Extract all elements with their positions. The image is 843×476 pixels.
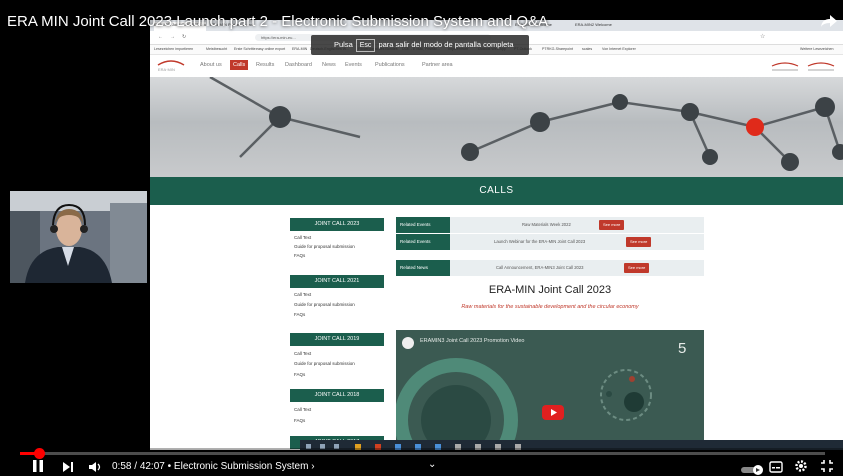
gear-icon[interactable]	[794, 459, 808, 476]
star-icon[interactable]: ☆	[760, 33, 765, 40]
subtitles-icon[interactable]	[769, 460, 783, 476]
time-display: 0:58 / 42:07 • Electronic Submission Sys…	[112, 461, 315, 472]
related-row: Related Events Raw Materials Week 2022 S…	[396, 217, 704, 233]
share-icon[interactable]	[820, 14, 838, 33]
nav-dashboard[interactable]: Dashboard	[285, 62, 312, 68]
sidebar-heading-2018[interactable]: JOINT CALL 2018	[290, 389, 384, 402]
esc-key-label: Esc	[355, 39, 376, 52]
forward-icon[interactable]: →	[170, 34, 175, 40]
sidebar-link[interactable]: FAQs	[294, 418, 305, 423]
time-separator: /	[134, 461, 138, 472]
notice-text-before: Pulsa	[334, 40, 353, 49]
sidebar-link[interactable]: FAQs	[294, 253, 305, 258]
nav-publications[interactable]: Publications	[375, 62, 405, 68]
browser-tab[interactable]: ERA-MIN2 Welcome	[575, 22, 627, 31]
notice-text-after: para salir del modo de pantalla completa	[378, 40, 514, 49]
see-more-button[interactable]: See more	[624, 263, 650, 273]
related-label: Related Events	[396, 217, 450, 233]
chapter-bullet: •	[167, 461, 172, 472]
calls-banner-title: CALLS	[479, 185, 514, 196]
sidebar-link[interactable]: FAQs	[294, 372, 305, 377]
related-label: Related News	[396, 260, 450, 276]
bookmark[interactable]: Lesezeichen importieren	[154, 47, 193, 51]
related-text[interactable]: Call Announcement, ERA-MIN3 Joint Call 2…	[496, 260, 584, 276]
page-title: ERA-MIN Joint Call 2023	[488, 284, 612, 296]
sidebar-heading-2023[interactable]: JOINT CALL 2023	[290, 218, 384, 231]
calls-banner: CALLS	[150, 177, 843, 205]
bookmark[interactable]: Weitere Lesezeichen	[800, 47, 834, 51]
bookmark[interactable]: easy online export	[256, 47, 285, 51]
presenter-webcam	[10, 191, 147, 283]
fullscreen-notice: Pulsa Esc para salir del modo de pantalla …	[311, 35, 529, 55]
reload-icon[interactable]: ↻	[182, 34, 186, 40]
related-text[interactable]: Raw Materials Week 2022	[522, 217, 571, 233]
next-icon[interactable]	[62, 460, 74, 476]
back-icon[interactable]: ←	[158, 34, 163, 40]
related-text[interactable]: Launch Webinar for the ERA-MIN Joint Cal…	[494, 234, 585, 250]
bookmark[interactable]: Erste Schritte	[234, 47, 256, 51]
site-navigation: ERA·MIN About us Calls Results Dashboard…	[150, 55, 843, 77]
shared-screen: ERA-MIN Joint Call 2023 Laun ERA-MIN Par…	[150, 20, 843, 450]
volume-icon[interactable]	[88, 460, 102, 476]
duration: 42:07	[139, 461, 165, 472]
bookmark[interactable]: scales	[582, 47, 592, 51]
partner-logo	[806, 60, 836, 72]
nav-events[interactable]: Events	[345, 62, 362, 68]
chapter-chevron-icon[interactable]: ›	[311, 461, 314, 472]
sidebar-link[interactable]: Guide for proposal submission	[294, 244, 355, 249]
bookmark[interactable]: Von Internet Explorer	[602, 47, 636, 51]
nav-results[interactable]: Results	[256, 62, 274, 68]
chapter-title[interactable]: Electronic Submission System	[174, 461, 309, 472]
sidebar-link[interactable]: Call Text	[294, 351, 311, 356]
sidebar-link[interactable]: FAQs	[294, 312, 305, 317]
sidebar-heading-2019[interactable]: JOINT CALL 2019	[290, 333, 384, 346]
pause-icon[interactable]	[32, 459, 44, 476]
related-row: Related Events Launch Webinar for the ER…	[396, 234, 704, 250]
sidebar-link[interactable]: Call Text	[294, 292, 311, 297]
bookmark[interactable]: PTRKG-Sharepoint	[542, 47, 573, 51]
hero-molecule-image	[150, 77, 843, 177]
sidebar-link[interactable]: Guide for proposal submission	[294, 302, 355, 307]
nav-partner-area[interactable]: Partner area	[422, 62, 453, 68]
chevron-down-icon[interactable]: ⌄	[428, 459, 436, 470]
partner-logo	[770, 60, 800, 72]
bookmark[interactable]: Meistbesucht	[206, 47, 227, 51]
see-more-button[interactable]: See more	[626, 237, 652, 247]
related-label: Related Events	[396, 234, 450, 250]
exit-fullscreen-icon[interactable]	[820, 459, 834, 476]
sidebar-link[interactable]: Call Text	[294, 407, 311, 412]
sidebar-heading-2021[interactable]: JOINT CALL 2021	[290, 275, 384, 288]
autoplay-toggle-icon[interactable]	[740, 462, 766, 476]
video-player[interactable]: ERA-MIN Joint Call 2023 Laun ERA-MIN Par…	[0, 0, 843, 476]
youtube-play-button[interactable]	[542, 405, 564, 420]
progress-bar[interactable]	[20, 448, 825, 459]
video-number: 5	[678, 340, 687, 357]
video-title: ERA MIN Joint Call 2023 Launch part 2 - …	[7, 13, 549, 30]
embedded-video[interactable]: ERAMIN3 Joint Call 2023 Promotion Video …	[396, 330, 704, 450]
nav-calls[interactable]: Calls	[230, 60, 249, 70]
related-row: Related News Call Announcement, ERA-MIN3…	[396, 260, 704, 276]
progress-scrubber[interactable]	[34, 448, 45, 459]
current-time: 0:58	[112, 461, 132, 472]
era-min-logo[interactable]: ERA·MIN	[156, 59, 186, 73]
sidebar-link[interactable]: Call Text	[294, 235, 311, 240]
bookmark[interactable]: ERA-MIN	[292, 47, 307, 51]
svg-text:ERA·MIN: ERA·MIN	[158, 67, 175, 72]
page-subtitle: Raw materials for the sustainable develo…	[461, 304, 639, 310]
embedded-video-title: ERAMIN3 Joint Call 2023 Promotion Video	[420, 338, 525, 344]
see-more-button[interactable]: See more	[599, 220, 625, 230]
nav-about[interactable]: About us	[200, 62, 222, 68]
sidebar-link[interactable]: Guide for proposal submission	[294, 361, 355, 366]
nav-news[interactable]: News	[322, 62, 336, 68]
